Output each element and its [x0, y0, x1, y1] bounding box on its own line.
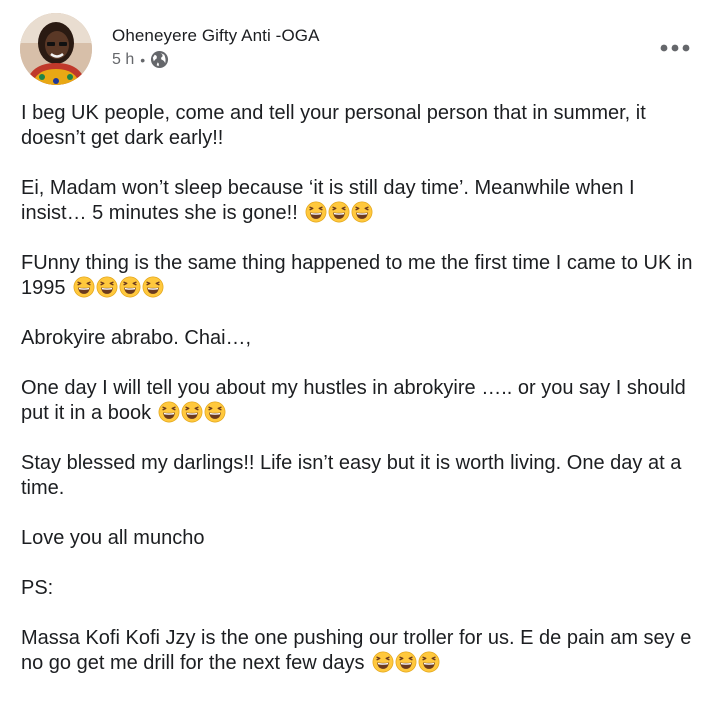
more-horizontal-icon — [660, 44, 690, 52]
post-paragraph: Ei, Madam won’t sleep because ‘it is sti… — [21, 176, 701, 226]
post-paragraph: Stay blessed my darlings!! Life isn’t ea… — [21, 451, 701, 501]
avatar[interactable] — [20, 13, 92, 85]
paragraph-text: One day I will tell you about my hustles… — [21, 377, 686, 424]
globe-icon[interactable] — [150, 50, 169, 69]
emoji-group — [304, 201, 373, 224]
paragraph-text: PS: — [21, 577, 54, 599]
grinning-squinting-face-emoji — [158, 401, 180, 423]
post-header: Oheneyere Gifty Anti -OGA 5 h • — [0, 0, 720, 90]
post-meta: 5 h • — [112, 50, 169, 69]
grinning-squinting-face-emoji — [305, 201, 327, 223]
avatar-image — [20, 13, 92, 85]
grinning-squinting-face-emoji — [96, 276, 118, 298]
grinning-squinting-face-emoji — [351, 201, 373, 223]
grinning-squinting-face-emoji — [119, 276, 141, 298]
paragraph-text: Abrokyire abrabo. Chai…, — [21, 327, 252, 349]
post-paragraph: I beg UK people, come and tell your pers… — [21, 101, 701, 151]
paragraph-text: I beg UK people, come and tell your pers… — [21, 102, 646, 149]
grinning-squinting-face-emoji — [204, 401, 226, 423]
post-paragraph: Abrokyire abrabo. Chai…, — [21, 326, 701, 351]
grinning-squinting-face-emoji — [181, 401, 203, 423]
grinning-squinting-face-emoji — [328, 201, 350, 223]
post-paragraph: FUnny thing is the same thing happened t… — [21, 251, 701, 301]
post-paragraph: Massa Kofi Kofi Jzy is the one pushing o… — [21, 626, 701, 676]
post-body: I beg UK people, come and tell your pers… — [21, 101, 701, 701]
paragraph-text: Massa Kofi Kofi Jzy is the one pushing o… — [21, 627, 692, 674]
post-paragraph: Love you all muncho — [21, 526, 701, 551]
post-paragraph: PS: — [21, 576, 701, 601]
more-options-button[interactable] — [655, 36, 695, 60]
emoji-group — [371, 651, 440, 674]
grinning-squinting-face-emoji — [73, 276, 95, 298]
grinning-squinting-face-emoji — [142, 276, 164, 298]
meta-separator: • — [140, 51, 146, 68]
emoji-group — [157, 401, 226, 424]
paragraph-text: Stay blessed my darlings!! Life isn’t ea… — [21, 452, 682, 499]
paragraph-text: Love you all muncho — [21, 527, 205, 549]
emoji-group — [72, 276, 164, 299]
post-time[interactable]: 5 h — [112, 51, 134, 69]
author-name[interactable]: Oheneyere Gifty Anti -OGA — [112, 26, 320, 46]
post-paragraph: One day I will tell you about my hustles… — [21, 376, 701, 426]
